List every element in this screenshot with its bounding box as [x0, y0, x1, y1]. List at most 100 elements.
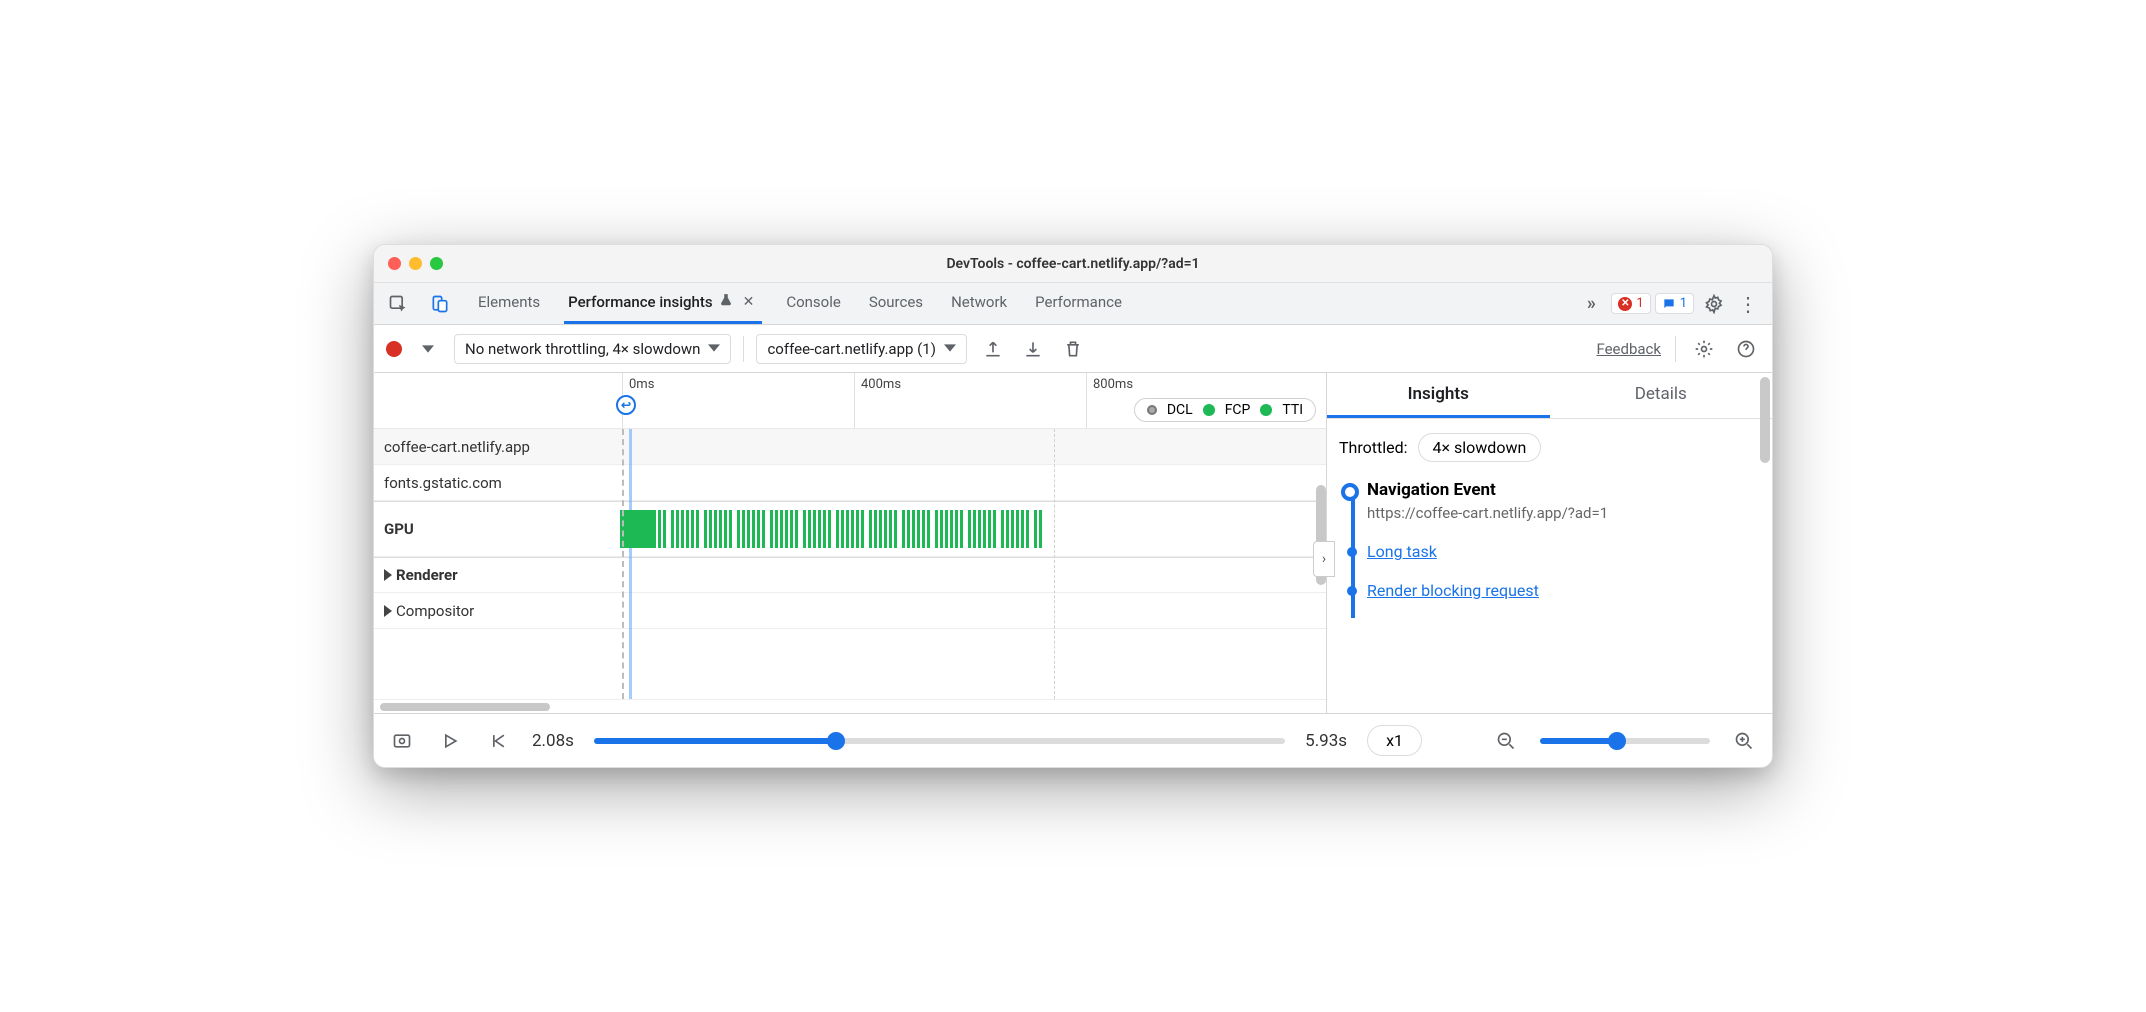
- flask-icon: [719, 293, 733, 311]
- device-toolbar-icon[interactable]: [426, 290, 454, 318]
- export-icon[interactable]: [979, 335, 1007, 363]
- screenshot-toggle-icon[interactable]: [388, 727, 416, 755]
- window-maximize-button[interactable]: [430, 257, 443, 270]
- tab-elements[interactable]: Elements: [474, 283, 544, 324]
- compositor-row[interactable]: Compositor: [374, 593, 1326, 629]
- side-tabs: Insights Details: [1327, 373, 1772, 419]
- network-row[interactable]: coffee-cart.netlify.app: [374, 429, 1326, 465]
- tab-label: Sources: [869, 293, 923, 311]
- window-minimize-button[interactable]: [409, 257, 422, 270]
- tab-performance[interactable]: Performance: [1031, 283, 1126, 324]
- message-count: 1: [1680, 296, 1687, 311]
- event-navigation[interactable]: Navigation Event https://coffee-cart.net…: [1367, 480, 1754, 522]
- throttled-label: Throttled:: [1339, 438, 1408, 457]
- window-close-button[interactable]: [388, 257, 401, 270]
- horizontal-scrollbar[interactable]: [374, 699, 1326, 713]
- delete-icon[interactable]: [1059, 335, 1087, 363]
- panel-tabbar: Elements Performance insights ✕ Console …: [374, 283, 1772, 325]
- skip-start-button[interactable]: [484, 727, 512, 755]
- tab-close-icon[interactable]: ✕: [739, 294, 759, 310]
- throttled-pill[interactable]: 4× slowdown: [1418, 433, 1542, 462]
- devtools-window: DevTools - coffee-cart.netlify.app/?ad=1…: [373, 244, 1773, 768]
- recording-select-label: coffee-cart.netlify.app (1): [767, 340, 935, 358]
- import-icon[interactable]: [1019, 335, 1047, 363]
- traffic-lights: [388, 257, 443, 270]
- tab-network[interactable]: Network: [947, 283, 1011, 324]
- collapse-panel-button[interactable]: ›: [1313, 541, 1335, 577]
- more-tabs-overflow-icon[interactable]: »: [1577, 290, 1605, 318]
- tab-label: Performance insights: [568, 293, 712, 311]
- fcp-dot-icon: [1203, 404, 1215, 416]
- tab-label: Performance: [1035, 293, 1122, 311]
- expand-triangle-icon[interactable]: [384, 605, 392, 617]
- side-panel: › Insights Details Throttled: 4× slowdow…: [1327, 373, 1772, 713]
- timeline-panel: 0ms 400ms 800ms ↩ DCL FCP TTI coffee-car…: [374, 373, 1327, 713]
- panel-settings-gear-icon[interactable]: [1690, 335, 1718, 363]
- time-ruler[interactable]: 0ms 400ms 800ms ↩ DCL FCP TTI: [374, 373, 1326, 429]
- event-link[interactable]: Long task: [1367, 542, 1437, 561]
- kebab-menu-icon[interactable]: ⋮: [1734, 290, 1762, 318]
- row-content: [614, 593, 1326, 628]
- play-button[interactable]: [436, 727, 464, 755]
- row-label: GPU: [374, 520, 614, 538]
- separator: [743, 336, 744, 362]
- error-badge[interactable]: ✕ 1: [1611, 293, 1650, 314]
- event-link[interactable]: Render blocking request: [1367, 581, 1539, 600]
- row-content: [614, 429, 1326, 464]
- tab-label: Network: [951, 293, 1007, 311]
- insight-events: Navigation Event https://coffee-cart.net…: [1339, 480, 1754, 600]
- row-label: Compositor: [374, 602, 614, 620]
- help-icon[interactable]: [1732, 335, 1760, 363]
- metric-label: FCP: [1225, 402, 1251, 418]
- inspect-element-icon[interactable]: [384, 290, 412, 318]
- tab-insights[interactable]: Insights: [1327, 373, 1550, 418]
- recording-select[interactable]: coffee-cart.netlify.app (1): [756, 334, 966, 364]
- gpu-row[interactable]: GPU: [374, 501, 1326, 557]
- message-icon: [1662, 297, 1676, 311]
- settings-gear-icon[interactable]: [1700, 290, 1728, 318]
- tab-details[interactable]: Details: [1550, 373, 1773, 418]
- tab-sources[interactable]: Sources: [865, 283, 927, 324]
- message-badge[interactable]: 1: [1655, 293, 1694, 314]
- playback-end-time: 5.93s: [1305, 731, 1347, 751]
- renderer-row[interactable]: Renderer: [374, 557, 1326, 593]
- dcl-dot-icon: [1147, 405, 1157, 415]
- tti-dot-icon: [1260, 404, 1272, 416]
- event-long-task[interactable]: Long task: [1367, 542, 1754, 561]
- event-node-icon: [1347, 586, 1357, 596]
- side-scrollbar[interactable]: [1760, 377, 1770, 463]
- zoom-slider[interactable]: [1540, 738, 1710, 744]
- throttle-info: Throttled: 4× slowdown: [1339, 433, 1754, 462]
- separator: [1675, 336, 1676, 362]
- record-menu-chevron[interactable]: [414, 335, 442, 363]
- tab-label: Console: [786, 293, 841, 311]
- playback-start-time: 2.08s: [532, 731, 574, 751]
- zoom-in-icon[interactable]: [1730, 727, 1758, 755]
- metric-label: DCL: [1167, 402, 1193, 418]
- tab-console[interactable]: Console: [782, 283, 845, 324]
- event-url: https://coffee-cart.netlify.app/?ad=1: [1367, 504, 1754, 522]
- event-title: Navigation Event: [1367, 480, 1754, 500]
- tab-performance-insights[interactable]: Performance insights ✕: [564, 283, 762, 324]
- side-body: Throttled: 4× slowdown Navigation Event …: [1327, 419, 1772, 634]
- chevron-down-icon: [944, 340, 956, 358]
- network-row[interactable]: fonts.gstatic.com: [374, 465, 1326, 501]
- row-label: fonts.gstatic.com: [374, 474, 614, 492]
- playback-speed-pill[interactable]: x1: [1367, 725, 1422, 756]
- playback-slider[interactable]: [594, 738, 1285, 744]
- expand-triangle-icon[interactable]: [384, 569, 392, 581]
- chevron-down-icon: [708, 340, 720, 358]
- row-label: Renderer: [374, 566, 614, 584]
- playhead-start-marker[interactable]: ↩: [616, 395, 636, 415]
- event-node-icon: [1347, 547, 1357, 557]
- throttling-select[interactable]: No network throttling, 4× slowdown: [454, 334, 731, 364]
- timeline-rows: coffee-cart.netlify.app fonts.gstatic.co…: [374, 429, 1326, 699]
- zoom-out-icon[interactable]: [1492, 727, 1520, 755]
- event-render-blocking[interactable]: Render blocking request: [1367, 581, 1754, 600]
- row-label: coffee-cart.netlify.app: [374, 438, 614, 456]
- record-button[interactable]: [386, 341, 402, 357]
- row-content: [614, 465, 1326, 500]
- row-content: [614, 558, 1326, 592]
- feedback-link[interactable]: Feedback: [1596, 340, 1661, 358]
- metric-markers: DCL FCP TTI: [1134, 398, 1316, 422]
